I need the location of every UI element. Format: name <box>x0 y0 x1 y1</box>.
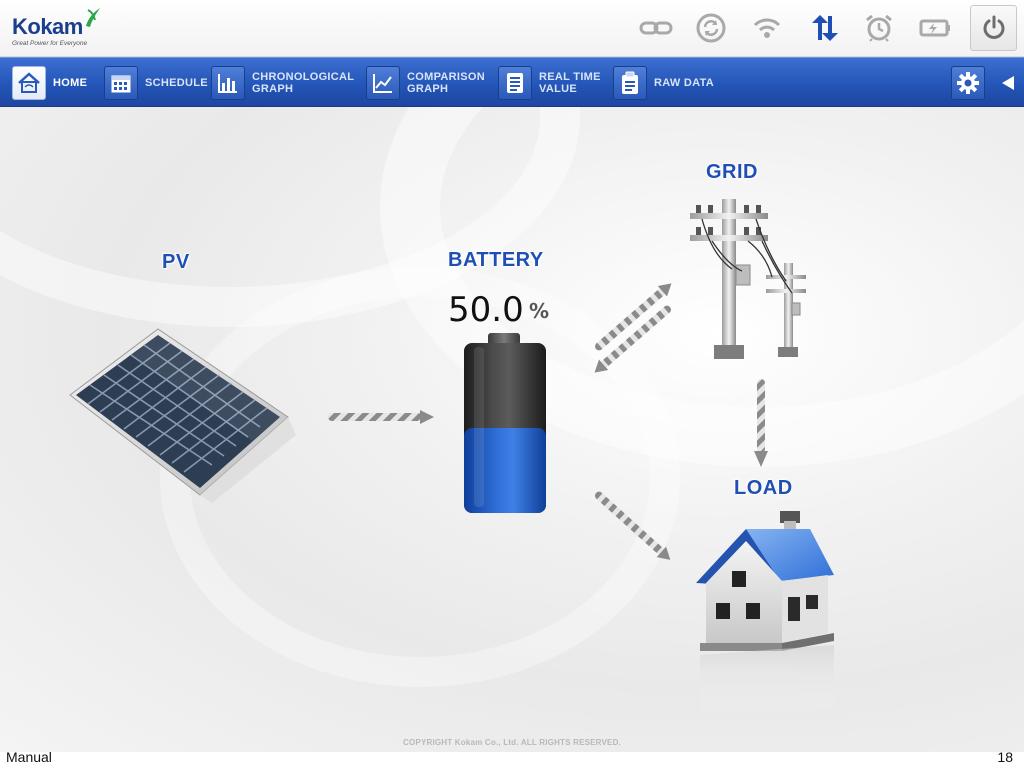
flow-arrow-battery-to-load <box>594 491 671 560</box>
top-bar: Kokam Great Power for Everyone <box>0 0 1024 57</box>
nav-item-real-time-value[interactable]: REAL TIME VALUE <box>498 65 601 101</box>
line-chart-icon <box>366 66 400 100</box>
load-label: LOAD <box>734 477 793 499</box>
nav-item-chronological-graph[interactable]: CHRONOLOGICAL GRAPH <box>211 65 354 101</box>
list-icon <box>498 66 532 100</box>
clipboard-icon <box>613 66 647 100</box>
house-icon[interactable] <box>690 509 840 719</box>
calendar-icon <box>104 66 138 100</box>
battery-soc-value: 50.0 <box>448 290 524 330</box>
pv-label: PV <box>162 251 190 273</box>
logo-tagline: Great Power for Everyone <box>12 40 88 47</box>
page-number: 18 <box>997 749 1013 765</box>
nav-label-comparison-graph: COMPARISON GRAPH <box>407 71 485 95</box>
nav-item-schedule[interactable]: SCHEDULE <box>104 65 208 101</box>
logo-wordmark: Kokam <box>12 14 83 39</box>
nav-label-schedule: SCHEDULE <box>145 77 208 89</box>
copyright-notice: COPYRIGHT Kokam Co., Ltd. ALL RIGHTS RES… <box>403 738 621 747</box>
sync-icon[interactable] <box>694 12 728 44</box>
solar-panel-icon[interactable] <box>62 325 302 507</box>
nav-item-home[interactable]: HOME <box>12 65 87 101</box>
link-icon[interactable] <box>639 12 673 44</box>
nav-label-raw-data: RAW DATA <box>654 77 715 89</box>
power-pole-icon[interactable] <box>688 195 814 365</box>
logo-swoosh-icon <box>86 8 100 27</box>
main-nav-bar: HOME SCHEDULE CHRONOLOGICAL GRAPH COMPAR… <box>0 57 1024 107</box>
transfer-arrows-icon[interactable] <box>806 12 840 44</box>
battery-graphic[interactable] <box>460 333 550 523</box>
flow-arrow-grid-to-load <box>754 379 768 467</box>
wifi-icon[interactable] <box>750 12 784 44</box>
power-icon <box>983 15 1004 39</box>
battery-label: BATTERY <box>448 249 544 271</box>
nav-label-real-time-value: REAL TIME VALUE <box>539 71 601 95</box>
collapse-nav-button[interactable] <box>998 73 1018 93</box>
nav-label-home: HOME <box>53 77 88 89</box>
battery-soc-unit: % <box>529 299 550 323</box>
alarm-clock-icon[interactable] <box>862 12 896 44</box>
nav-label-chronological-graph: CHRONOLOGICAL GRAPH <box>252 71 355 95</box>
gear-icon <box>957 72 979 94</box>
home-icon <box>12 66 46 100</box>
battery-status-icon[interactable] <box>918 12 952 44</box>
grid-label: GRID <box>706 161 758 183</box>
settings-button[interactable] <box>951 66 985 100</box>
manual-label: Manual <box>6 749 52 765</box>
nav-item-comparison-graph[interactable]: COMPARISON GRAPH <box>366 65 485 101</box>
nav-item-raw-data[interactable]: RAW DATA <box>613 65 714 101</box>
triangle-left-icon <box>1002 76 1014 90</box>
flow-arrows-battery-grid <box>594 283 672 373</box>
bar-chart-icon <box>211 66 245 100</box>
flow-arrow-pv-to-battery <box>328 410 434 424</box>
energy-flow-diagram: PV BATTERY 50.0 % GRID LOAD COPYRIGHT Ko… <box>0 107 1024 752</box>
kokam-logo: Kokam Great Power for Everyone <box>12 6 102 52</box>
page-footer: Manual 18 <box>0 749 1024 768</box>
power-button[interactable] <box>970 5 1017 51</box>
